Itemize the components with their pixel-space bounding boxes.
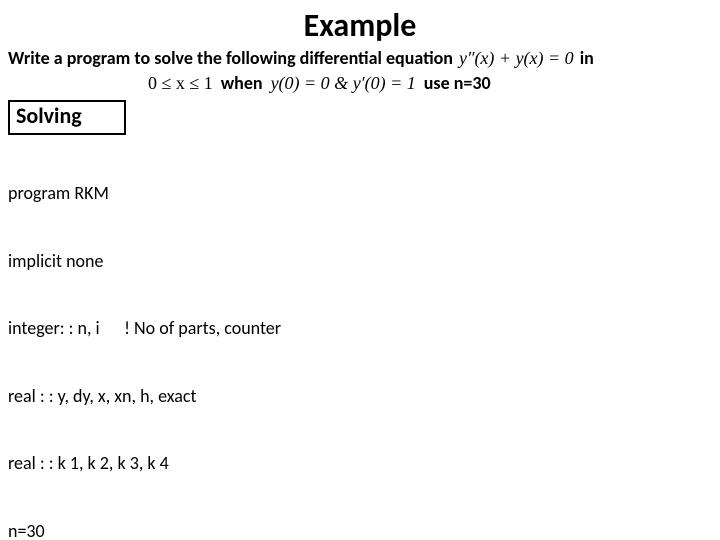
- lead-text: Write a program to solve the following d…: [8, 47, 453, 70]
- code-line: real : : k 1, k 2, k 3, k 4: [8, 452, 712, 475]
- equation-ic: y(0) = 0 & y′(0) = 1: [271, 72, 416, 95]
- statement-line-2: 0 ≤ x ≤ 1 when y(0) = 0 & y′(0) = 1 use …: [8, 72, 712, 95]
- code-block: program RKM implicit none integer: : n, …: [8, 137, 712, 540]
- code-line: real : : y, dy, x, xn, h, exact: [8, 385, 712, 408]
- trail-text: in: [580, 47, 594, 70]
- solving-heading: Solving: [16, 102, 82, 129]
- when-text: when: [221, 72, 263, 95]
- equation-range: 0 ≤ x ≤ 1: [148, 72, 213, 95]
- use-text: use n=30: [424, 72, 491, 95]
- solving-box: Solving: [8, 100, 126, 135]
- page-title: Example: [304, 6, 417, 45]
- code-line: program RKM: [8, 182, 712, 205]
- code-line: integer: : n, i ! No of parts, counter: [8, 317, 712, 340]
- slide: Example Write a program to solve the fol…: [0, 0, 720, 540]
- code-line: n=30: [8, 520, 712, 540]
- problem-statement: Write a program to solve the following d…: [8, 47, 712, 94]
- title-wrap: Example: [8, 6, 712, 45]
- code-line: implicit none: [8, 250, 712, 273]
- equation-main: y″(x) + y(x) = 0: [459, 47, 574, 70]
- statement-line-1: Write a program to solve the following d…: [8, 47, 712, 70]
